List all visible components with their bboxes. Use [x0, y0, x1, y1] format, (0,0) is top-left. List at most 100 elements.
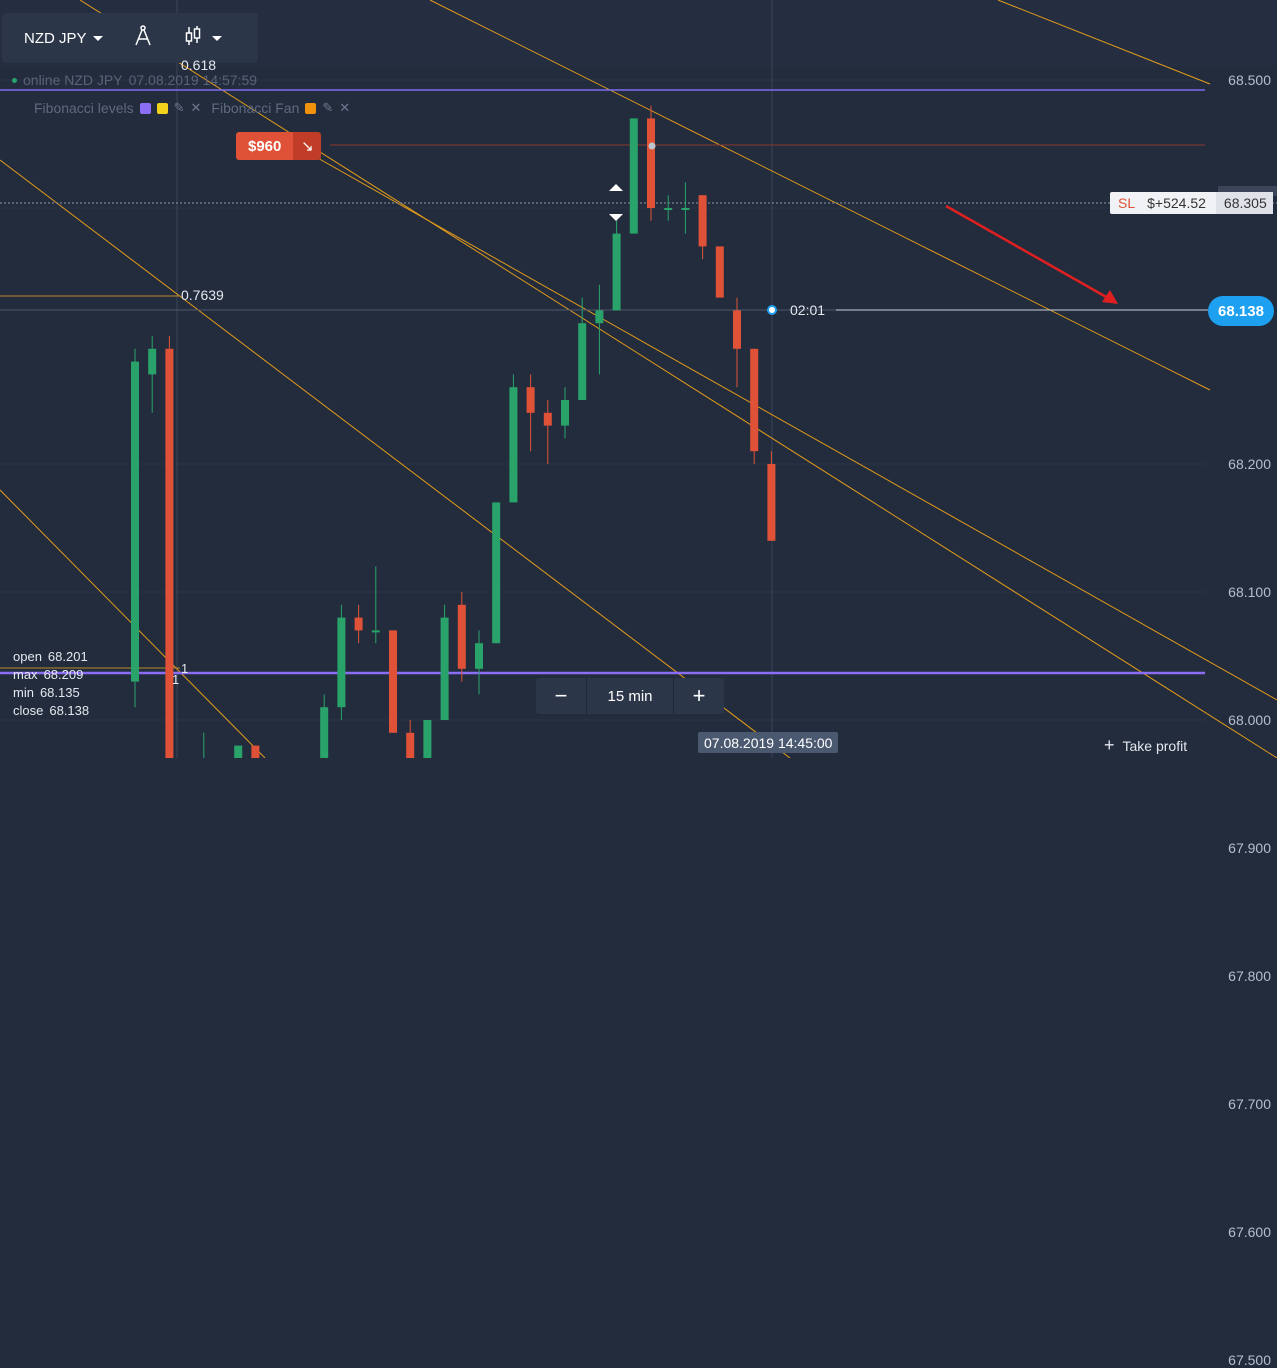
candle — [148, 336, 157, 413]
color-swatch[interactable] — [305, 102, 317, 114]
candle-body — [629, 118, 638, 234]
zoom-in-button[interactable]: + — [674, 678, 724, 714]
candle — [234, 745, 243, 758]
candle — [526, 374, 535, 452]
trade-amount: $960 — [236, 132, 294, 160]
candle-body — [715, 246, 724, 298]
take-profit-button[interactable]: + Take profit — [1104, 735, 1187, 756]
candle-body — [698, 195, 707, 247]
take-profit-label: Take profit — [1122, 737, 1188, 754]
candle-body — [371, 630, 380, 633]
candle-body — [234, 745, 243, 758]
candle-timer: 02:01 — [790, 302, 826, 318]
candle — [698, 195, 707, 260]
chart-type-button[interactable] — [173, 13, 233, 63]
candle — [681, 182, 690, 234]
arrow-down-right-icon: ↘ — [293, 132, 322, 160]
candle — [595, 284, 604, 375]
current-price-marker — [767, 305, 777, 315]
fib-label-1: 1 — [172, 672, 180, 687]
candle-body — [595, 310, 604, 324]
fib-label-1: 1 — [181, 661, 189, 676]
price-tick-label: 68.000 — [1228, 712, 1271, 728]
close-icon[interactable]: ✕ — [191, 100, 202, 116]
status-text: online NZD JPY — [23, 72, 123, 88]
asset-selector-button[interactable]: NZD JPY — [2, 13, 113, 63]
candle-body — [509, 387, 518, 503]
status-timestamp: 07.08.2019 14:57:59 — [128, 72, 258, 88]
indicator-fib-levels-label: Fibonacci levels — [34, 100, 134, 116]
timeframe-value: 15 min — [586, 678, 674, 714]
candle-body — [475, 643, 483, 669]
price-tick-label: 68.200 — [1228, 456, 1271, 472]
online-dot-icon — [12, 77, 17, 83]
pencil-icon[interactable]: ✎ — [174, 100, 185, 116]
candle-body — [767, 464, 776, 541]
candle-body — [750, 348, 759, 452]
candle — [612, 220, 621, 311]
close-icon[interactable]: ✕ — [339, 100, 350, 116]
horizontal-levels — [0, 89, 1277, 675]
candle — [578, 297, 587, 400]
price-tick-label: 68.500 — [1228, 72, 1271, 88]
drawing-tools-button[interactable] — [113, 13, 173, 63]
fractal-down-icon — [609, 214, 623, 221]
ohlc-max: 68.209 — [43, 667, 84, 682]
price-tick-label: 67.800 — [1228, 968, 1271, 984]
ohlc-open: 68.201 — [47, 649, 88, 664]
ohlc-min-label: min — [13, 685, 34, 700]
price-tick-label: 67.900 — [1228, 840, 1271, 856]
candle-body — [337, 617, 346, 708]
candlestick-icon — [184, 25, 202, 52]
current-price-badge: 68.138 — [1208, 296, 1274, 326]
ohlc-close: 68.138 — [49, 703, 90, 718]
trend-arrow-line — [945, 204, 1109, 300]
stop-loss-label[interactable]: SL $+524.52 68.305 — [1110, 192, 1273, 214]
compass-icon — [133, 24, 153, 52]
chart-toolbar: NZD JPY — [2, 13, 258, 63]
candle — [389, 630, 397, 733]
candle — [475, 630, 483, 695]
candle — [251, 745, 260, 758]
candle — [337, 604, 346, 720]
sl-profit: $+524.52 — [1147, 195, 1206, 211]
candle-body — [320, 707, 329, 758]
candle-body — [165, 348, 174, 758]
price-tick-label: 67.700 — [1228, 1096, 1271, 1112]
candle — [203, 732, 205, 758]
candle-body — [406, 732, 415, 758]
indicator-fib-fan-label: Fibonacci Fan — [211, 100, 300, 116]
candle — [561, 387, 569, 439]
chevron-down-icon — [211, 35, 222, 41]
ohlc-max-label: max — [13, 667, 38, 682]
open-trade-badge[interactable]: $960 ↘ — [236, 132, 322, 160]
color-swatch[interactable] — [156, 102, 168, 114]
price-tick-label: 67.500 — [1228, 1352, 1271, 1368]
candle — [629, 118, 638, 234]
crosshair-time-label: 07.08.2019 14:45:00 — [698, 732, 839, 753]
candle-body — [131, 361, 139, 682]
fractal-up-icon — [609, 184, 623, 191]
fib-fan-line — [299, 147, 1277, 701]
color-swatch[interactable] — [139, 102, 151, 114]
candle — [492, 502, 501, 644]
candle-body — [423, 720, 432, 758]
trade-entry-marker — [648, 142, 656, 150]
chevron-down-icon — [92, 35, 103, 41]
candle-body — [664, 208, 673, 210]
price-tick-label: 68.100 — [1228, 584, 1271, 600]
ohlc-readout: open 68.201 max 68.209 min 68.135 close 68.1… — [13, 648, 89, 720]
candle-body — [612, 233, 621, 311]
chart-overlay — [609, 142, 1277, 315]
candle — [131, 348, 139, 708]
pencil-icon[interactable]: ✎ — [322, 100, 333, 116]
zoom-out-button[interactable]: − — [536, 678, 586, 714]
indicator-list: Fibonacci levels ✎ ✕ Fibonacci Fan ✎ ✕ — [34, 100, 350, 116]
candle — [423, 720, 432, 758]
fib-label-07639: 0.7639 — [181, 287, 224, 303]
candle — [371, 566, 380, 644]
connection-status: online NZD JPY 07.08.2019 14:57:59 — [12, 72, 257, 88]
candle — [509, 374, 518, 503]
timeframe-control: − 15 min + — [536, 678, 724, 714]
candle-body — [561, 400, 569, 426]
